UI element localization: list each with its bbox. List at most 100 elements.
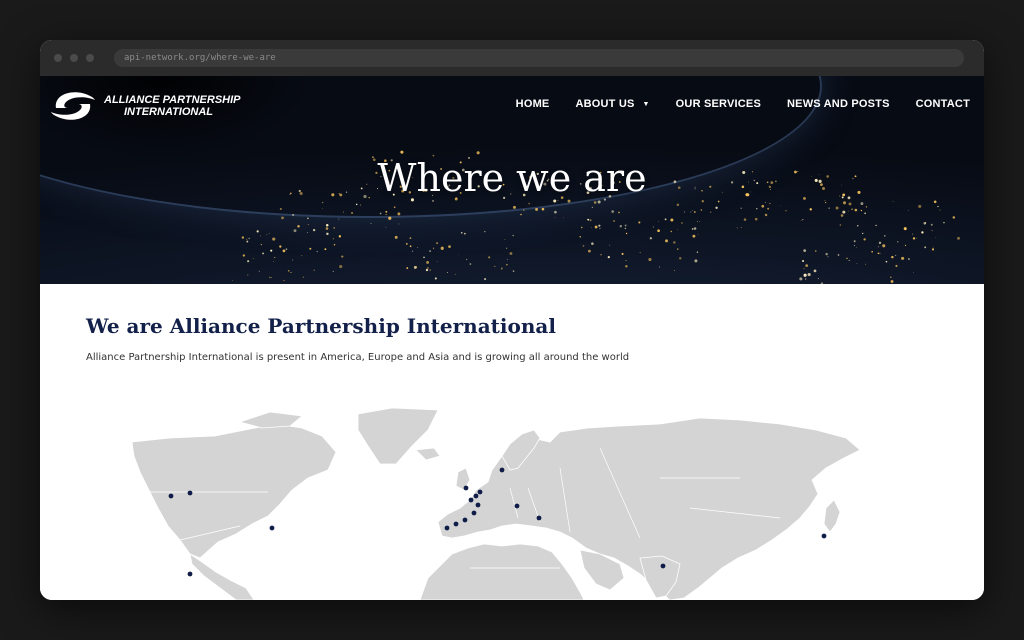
africa-shape — [419, 543, 585, 600]
city-light — [825, 252, 828, 256]
page-title: Where we are — [377, 156, 647, 200]
city-light — [429, 269, 431, 271]
hero-banner: ALLIANCE PARTNERSHIP INTERNATIONAL HOME … — [40, 76, 984, 284]
world-map — [131, 408, 861, 600]
city-light — [607, 255, 610, 259]
office-marker-barcelona[interactable] — [471, 510, 477, 516]
window-close-dot[interactable] — [54, 54, 62, 62]
office-marker-vienna[interactable] — [514, 503, 520, 509]
city-light — [856, 247, 857, 248]
city-light — [594, 225, 598, 229]
city-light — [699, 221, 701, 223]
main-nav: HOME ABOUT US ▼ OUR SERVICES NEWS AND PO… — [490, 98, 970, 110]
office-marker-milan[interactable] — [463, 485, 469, 491]
city-light — [908, 258, 910, 260]
city-light — [593, 201, 597, 204]
office-marker-calgary[interactable] — [187, 490, 193, 496]
city-light — [528, 202, 530, 205]
city-light — [624, 227, 627, 230]
city-light — [411, 250, 414, 252]
city-light — [309, 247, 312, 250]
city-light — [554, 210, 557, 214]
office-marker-paris[interactable] — [468, 497, 474, 503]
city-light — [765, 202, 766, 203]
office-marker-mexico-city[interactable] — [187, 571, 193, 577]
city-light — [252, 258, 254, 259]
city-light — [670, 230, 672, 233]
city-light — [957, 236, 960, 240]
city-light — [863, 238, 866, 241]
city-light — [429, 250, 432, 253]
city-light — [579, 236, 581, 238]
nav-contact[interactable]: CONTACT — [916, 98, 970, 110]
office-marker-stockholm[interactable] — [499, 467, 505, 473]
city-light — [889, 276, 892, 279]
city-light — [693, 227, 697, 230]
nav-news-and-posts[interactable]: NEWS AND POSTS — [787, 98, 890, 110]
office-marker-tokyo[interactable] — [821, 533, 827, 539]
office-marker-mumbai[interactable] — [660, 563, 666, 569]
office-marker-lisbon[interactable] — [444, 525, 450, 531]
city-light — [717, 200, 720, 203]
city-light — [665, 239, 668, 243]
city-light — [756, 207, 758, 210]
city-light — [494, 265, 496, 268]
nav-home[interactable]: HOME — [516, 98, 550, 110]
city-light — [930, 223, 933, 226]
central-america-shape — [189, 553, 255, 600]
office-marker-seville[interactable] — [453, 521, 459, 527]
section-description: Alliance Partnership International is pr… — [86, 352, 630, 363]
nav-about-label: ABOUT US — [575, 98, 635, 110]
brand-line-2: INTERNATIONAL — [124, 106, 214, 118]
city-light — [393, 206, 396, 209]
window-maximize-dot[interactable] — [86, 54, 94, 62]
city-light — [649, 237, 652, 240]
city-light — [434, 277, 437, 280]
city-light — [246, 240, 249, 243]
city-light — [785, 210, 787, 212]
city-light — [241, 236, 245, 239]
city-light — [282, 249, 286, 253]
city-light — [828, 207, 830, 209]
nav-about-us[interactable]: ABOUT US ▼ — [575, 98, 649, 110]
city-light — [460, 231, 463, 234]
office-marker-istanbul[interactable] — [536, 515, 542, 521]
city-light — [488, 256, 491, 259]
brand-name: ALLIANCE PARTNERSHIP INTERNATIONAL — [104, 94, 241, 118]
chevron-down-icon: ▼ — [642, 100, 650, 108]
city-light — [625, 232, 628, 235]
office-marker-amsterdam[interactable] — [477, 489, 483, 495]
city-light — [817, 278, 819, 280]
city-light — [851, 208, 853, 210]
window-minimize-dot[interactable] — [70, 54, 78, 62]
city-light — [247, 274, 249, 276]
city-light — [325, 227, 329, 230]
brand-logo[interactable]: ALLIANCE PARTNERSHIP INTERNATIONAL — [50, 88, 241, 124]
office-marker-brussels[interactable] — [473, 493, 479, 499]
office-marker-washington[interactable] — [269, 525, 275, 531]
city-light — [679, 257, 682, 260]
city-light — [342, 211, 344, 213]
city-light — [921, 231, 924, 234]
city-light — [939, 209, 941, 211]
city-light — [500, 267, 503, 270]
city-light — [591, 206, 594, 209]
address-bar[interactable]: api-network.org/where-we-are — [114, 49, 964, 67]
city-light — [913, 272, 914, 273]
city-light — [333, 243, 336, 246]
city-light — [700, 209, 703, 211]
city-light — [324, 248, 327, 251]
office-marker-madrid[interactable] — [462, 517, 468, 523]
nav-our-services[interactable]: OUR SERVICES — [676, 98, 761, 110]
city-light — [446, 271, 448, 274]
city-light — [875, 224, 877, 227]
city-light — [466, 258, 468, 260]
office-marker-vancouver[interactable] — [168, 493, 174, 499]
city-light — [618, 211, 620, 214]
office-marker-frankfurt[interactable] — [475, 502, 481, 508]
city-light — [400, 150, 404, 154]
city-light — [285, 248, 288, 251]
city-light — [824, 200, 826, 201]
swoosh-logo-icon — [51, 92, 95, 120]
city-light — [325, 224, 329, 227]
